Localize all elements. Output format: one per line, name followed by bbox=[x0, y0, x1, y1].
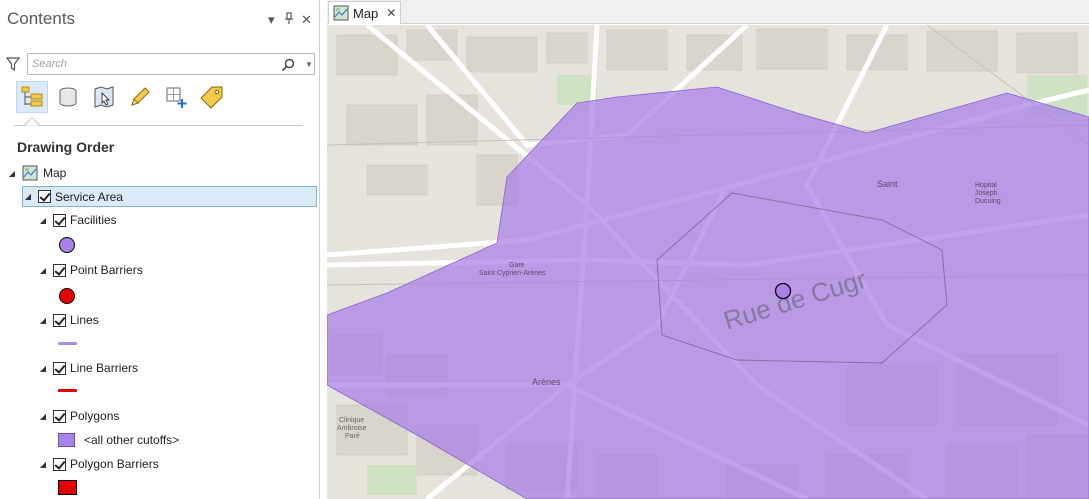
tree-row-map[interactable]: ◢ Map bbox=[7, 163, 66, 183]
street-label-saint-cyprien: Saint Cyprien-Arènes bbox=[479, 270, 546, 277]
tree-label-facilities: Facilities bbox=[70, 213, 117, 227]
tree-label-polygon-barriers: Polygon Barriers bbox=[70, 457, 159, 471]
list-by-snapping-button[interactable] bbox=[160, 81, 192, 113]
line-barrier-symbol-icon[interactable] bbox=[58, 389, 77, 392]
contents-title: Contents bbox=[7, 9, 76, 28]
list-by-selection-button[interactable] bbox=[88, 81, 120, 113]
street-label-ducuing: Ducuing bbox=[975, 198, 1001, 205]
street-label-saint: Saint bbox=[877, 179, 898, 189]
collapse-icon[interactable]: ◢ bbox=[23, 192, 33, 201]
polygon-barrier-symbol-icon[interactable] bbox=[58, 480, 77, 495]
street-label-arenes: Arènes bbox=[532, 377, 561, 387]
pencil-icon bbox=[131, 87, 150, 106]
tab-map[interactable]: Map ✕ bbox=[328, 1, 401, 24]
contents-toolbar bbox=[14, 81, 314, 115]
search-options-chevron-down-icon[interactable]: ▼ bbox=[304, 58, 314, 72]
collapse-icon[interactable]: ◢ bbox=[7, 169, 17, 178]
database-icon bbox=[59, 87, 77, 107]
street-label-joseph: Joseph bbox=[975, 190, 998, 197]
map-icon bbox=[333, 5, 349, 21]
map-selection-icon bbox=[94, 86, 114, 108]
point-barrier-symbol-icon[interactable] bbox=[58, 287, 76, 305]
search-box[interactable]: ▼ bbox=[27, 53, 315, 75]
tree-row-facilities[interactable]: ◢ Facilities bbox=[38, 210, 117, 230]
facility-symbol-icon[interactable] bbox=[58, 236, 76, 254]
collapse-icon[interactable]: ◢ bbox=[38, 216, 48, 225]
map-tab-bar: Map ✕ bbox=[327, 0, 1089, 24]
list-by-data-source-button[interactable] bbox=[52, 81, 84, 113]
label-tag-icon bbox=[200, 86, 223, 109]
street-label-gare: Gare bbox=[509, 262, 525, 269]
list-by-drawing-order-icon bbox=[21, 86, 43, 107]
street-label-clinique: Clinique bbox=[339, 417, 364, 424]
list-by-labeling-button[interactable] bbox=[196, 81, 228, 113]
map-icon bbox=[22, 165, 38, 181]
street-label-ambroise: Ambroise bbox=[337, 425, 367, 432]
collapse-icon[interactable]: ◢ bbox=[38, 460, 48, 469]
pin-icon[interactable] bbox=[284, 12, 294, 28]
tree-label-map: Map bbox=[43, 166, 67, 180]
active-view-indicator-icon bbox=[24, 117, 40, 126]
facility-point[interactable] bbox=[774, 282, 792, 300]
visibility-checkbox[interactable] bbox=[53, 313, 66, 327]
contents-header: Contents ▾ ✕ bbox=[0, 0, 320, 40]
tree-row-service-area[interactable]: ◢ Service Area bbox=[22, 186, 317, 207]
list-by-editing-button[interactable] bbox=[124, 81, 156, 113]
visibility-checkbox[interactable] bbox=[53, 361, 66, 375]
visibility-checkbox[interactable] bbox=[53, 263, 66, 277]
drawing-order-heading: Drawing Order bbox=[17, 139, 115, 155]
map-view[interactable]: Rue de Cugr Saint Hopital Joseph Ducuing… bbox=[327, 25, 1089, 499]
tab-map-label: Map bbox=[353, 5, 379, 21]
street-label-hopital: Hopital bbox=[975, 182, 997, 189]
tree-row-polygons[interactable]: ◢ Polygons bbox=[38, 406, 119, 426]
tree-row-polygon-barriers[interactable]: ◢ Polygon Barriers bbox=[38, 454, 159, 474]
collapse-icon[interactable]: ◢ bbox=[38, 412, 48, 421]
tree-label-lines: Lines bbox=[70, 313, 99, 327]
line-symbol-icon[interactable] bbox=[58, 342, 77, 345]
tree-label-polygons: Polygons bbox=[70, 409, 120, 423]
search-icon[interactable] bbox=[280, 57, 296, 73]
arcgis-pro-window: Contents ▾ ✕ ▼ bbox=[0, 0, 1089, 499]
tree-label-point-barriers: Point Barriers bbox=[70, 263, 143, 277]
collapse-icon[interactable]: ◢ bbox=[38, 364, 48, 373]
visibility-checkbox[interactable] bbox=[53, 457, 66, 471]
visibility-checkbox[interactable] bbox=[38, 190, 51, 203]
close-tab-icon[interactable]: ✕ bbox=[386, 6, 396, 20]
street-label-pare: Paré bbox=[345, 433, 360, 440]
tree-row-point-barriers[interactable]: ◢ Point Barriers bbox=[38, 260, 143, 280]
toolbar-divider bbox=[14, 125, 303, 126]
search-input[interactable] bbox=[32, 56, 272, 72]
filter-icon[interactable] bbox=[6, 57, 20, 71]
close-icon[interactable]: ✕ bbox=[301, 12, 312, 28]
visibility-checkbox[interactable] bbox=[53, 409, 66, 423]
polygon-class-symbol-icon[interactable] bbox=[58, 433, 75, 447]
tree-label-service-area: Service Area bbox=[55, 189, 124, 204]
tree-row-lines[interactable]: ◢ Lines bbox=[38, 310, 99, 330]
pane-menu-icon[interactable]: ▾ bbox=[268, 12, 275, 28]
tree-row-line-barriers[interactable]: ◢ Line Barriers bbox=[38, 358, 138, 378]
collapse-icon[interactable]: ◢ bbox=[38, 316, 48, 325]
tree-row-polygon-class[interactable]: <all other cutoffs> bbox=[58, 430, 179, 450]
snapping-icon bbox=[166, 87, 187, 108]
tree-label-line-barriers: Line Barriers bbox=[70, 361, 139, 375]
map-canvas[interactable]: Rue de Cugr Saint Hopital Joseph Ducuing… bbox=[327, 25, 1089, 499]
collapse-icon[interactable]: ◢ bbox=[38, 266, 48, 275]
contents-pane: Contents ▾ ✕ ▼ bbox=[0, 0, 320, 499]
list-by-drawing-order-button[interactable] bbox=[16, 81, 48, 113]
tree-label-polygon-class: <all other cutoffs> bbox=[84, 433, 180, 447]
visibility-checkbox[interactable] bbox=[53, 213, 66, 227]
